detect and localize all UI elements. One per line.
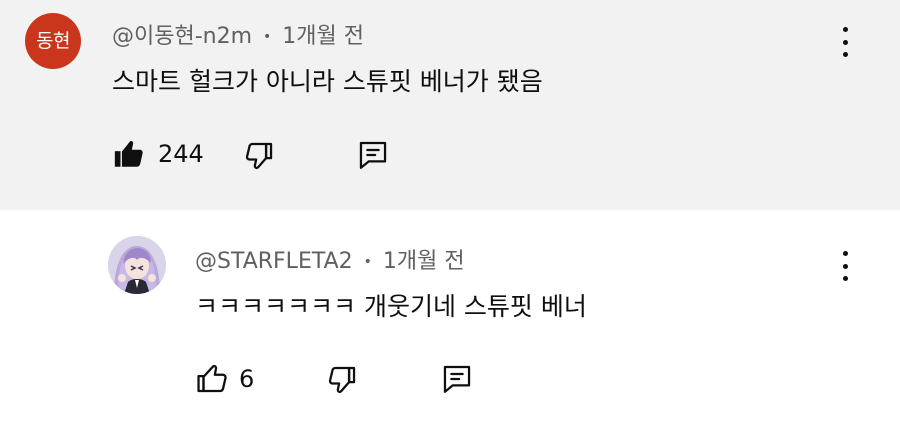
author-name[interactable]: @STARFLETA2 bbox=[195, 249, 353, 274]
dot-icon bbox=[842, 27, 848, 32]
reply-button[interactable] bbox=[356, 138, 390, 172]
dislike-button[interactable] bbox=[242, 139, 276, 173]
comment-time: 1개월 전 bbox=[282, 24, 365, 49]
like-button[interactable]: 6 bbox=[195, 362, 254, 396]
dislike-button[interactable] bbox=[325, 363, 359, 397]
comment-text: ㅋㅋㅋㅋㅋㅋㅋ 개웃기네 스튜핏 베너 bbox=[195, 292, 587, 321]
comment-text: 스마트 헐크가 아니라 스튜핏 베너가 됐음 bbox=[112, 67, 543, 96]
reply-comment-icon bbox=[440, 362, 474, 396]
meta-separator: • bbox=[263, 29, 272, 45]
thumbs-down-icon bbox=[242, 139, 276, 173]
anime-avatar-image bbox=[108, 236, 166, 294]
dot-icon bbox=[842, 52, 848, 57]
avatar[interactable]: 동현 bbox=[25, 13, 81, 69]
dot-icon bbox=[842, 276, 848, 281]
reply-comment-icon bbox=[356, 138, 390, 172]
author-name[interactable]: @이동현-n2m bbox=[112, 24, 252, 49]
dot-icon bbox=[842, 263, 848, 269]
like-count: 244 bbox=[158, 140, 204, 168]
comment-meta: @STARFLETA2 • 1개월 전 bbox=[195, 243, 465, 275]
comment-highlighted: 동현 @이동현-n2m • 1개월 전 스마트 헐크가 아니라 스튜핏 베너가 … bbox=[0, 0, 900, 210]
thumbs-down-icon bbox=[325, 363, 359, 397]
comment-meta: @이동현-n2m • 1개월 전 bbox=[112, 18, 364, 50]
like-count: 6 bbox=[239, 365, 255, 393]
dot-icon bbox=[842, 39, 848, 45]
thumbs-up-icon bbox=[195, 362, 229, 396]
meta-separator: • bbox=[363, 254, 372, 270]
comment-time: 1개월 전 bbox=[382, 249, 465, 274]
like-button[interactable]: 244 bbox=[112, 137, 204, 171]
dot-icon bbox=[842, 251, 848, 256]
reply-button[interactable] bbox=[440, 362, 474, 396]
more-options-button[interactable] bbox=[833, 249, 857, 283]
thumbs-up-filled-icon bbox=[112, 137, 146, 171]
more-options-button[interactable] bbox=[833, 25, 857, 59]
avatar[interactable] bbox=[108, 236, 166, 294]
